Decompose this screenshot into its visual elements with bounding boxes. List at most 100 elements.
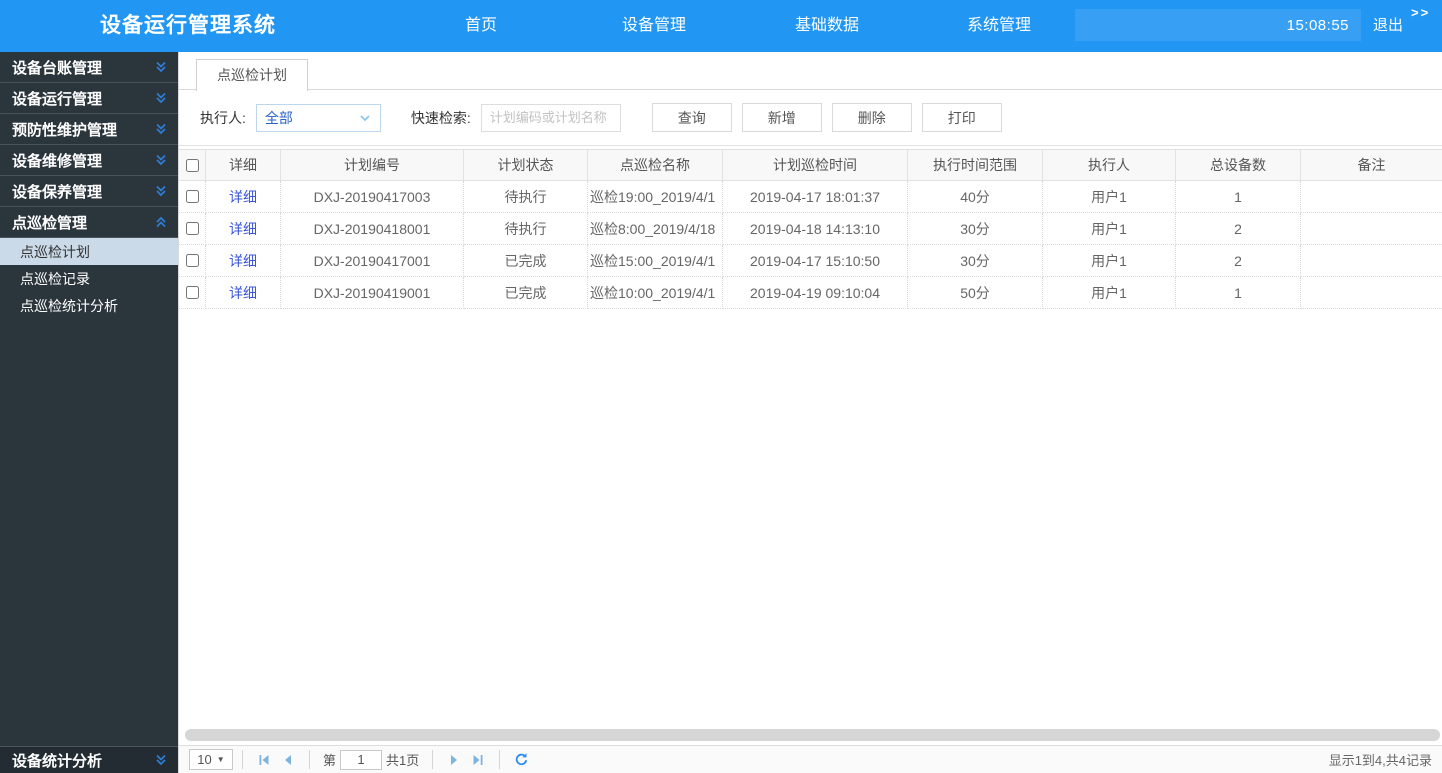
cell-range: 30分 (908, 213, 1043, 245)
cell-plan-no: DXJ-20190419001 (281, 277, 464, 309)
chevron-down-icon (360, 114, 370, 121)
tab-strip: 点巡检计划 (179, 52, 1442, 91)
executor-label: 执行人: (200, 109, 246, 126)
cell-range: 30分 (908, 245, 1043, 277)
collapse-arrows-icon[interactable]: >> (1411, 5, 1430, 20)
nav-item-system[interactable]: 系统管理 (967, 0, 1031, 52)
cell-executor: 用户1 (1043, 245, 1176, 277)
sidebar-item-inspection-statistics[interactable]: 点巡检统计分析 (0, 292, 178, 319)
add-button[interactable]: 新增 (741, 103, 822, 132)
cell-status: 待执行 (464, 213, 588, 245)
cell-status: 已完成 (464, 245, 588, 277)
table-header-row: 详细 计划编号 计划状态 点巡检名称 计划巡检时间 执行时间范围 执行人 总设备… (179, 150, 1442, 181)
page-size-select[interactable]: 10 ▼ (189, 749, 233, 770)
row-checkbox[interactable] (185, 254, 199, 267)
pager-separator (309, 750, 310, 769)
quick-search-input[interactable] (480, 103, 621, 132)
nav-item-equipment[interactable]: 设备管理 (622, 0, 686, 52)
column-header-devices[interactable]: 总设备数 (1176, 150, 1301, 181)
pager-summary: 显示1到4,共4记录 (1328, 753, 1432, 768)
chevron-double-down-icon (156, 123, 166, 135)
cell-range: 50分 (908, 277, 1043, 309)
last-page-icon[interactable] (466, 749, 490, 771)
chevron-double-up-icon (156, 216, 166, 228)
sidebar-item-label: 设备运行管理 (12, 90, 103, 108)
app-header: 设备运行管理系统 首页 设备管理 基础数据 系统管理 15:08:55 退出 >… (0, 0, 1442, 52)
quick-search-label: 快速检索: (410, 109, 471, 126)
table-row: 详细 DXJ-20190418001 待执行 巡检8:00_2019/4/18 … (179, 213, 1442, 245)
delete-button[interactable]: 删除 (831, 103, 912, 132)
table-row: 详细 DXJ-20190417003 待执行 巡检19:00_2019/4/1 … (179, 181, 1442, 213)
nav-item-home[interactable]: 首页 (465, 0, 497, 52)
column-header-plan-no[interactable]: 计划编号 (281, 150, 464, 181)
sidebar-item-inspection-management[interactable]: 点巡检管理 (0, 207, 178, 238)
horizontal-scrollbar (179, 728, 1442, 742)
clock-text: 15:08:55 (1286, 16, 1349, 34)
select-all-checkbox[interactable] (185, 158, 199, 172)
nav-item-base-data[interactable]: 基础数据 (795, 0, 859, 52)
cell-devices: 1 (1176, 277, 1301, 309)
sidebar-item-equipment-ledger[interactable]: 设备台账管理 (0, 52, 178, 83)
filter-toolbar: 执行人: 全部 快速检索: 查询 新增 删除 打印 (179, 90, 1442, 146)
cell-executor: 用户1 (1043, 213, 1176, 245)
table-row: 详细 DXJ-20190417001 已完成 巡检15:00_2019/4/1 … (179, 245, 1442, 277)
column-header-time[interactable]: 计划巡检时间 (723, 150, 908, 181)
sidebar-item-label: 设备维修管理 (12, 152, 103, 170)
sidebar-item-equipment-upkeep[interactable]: 设备保养管理 (0, 176, 178, 207)
row-checkbox[interactable] (185, 222, 199, 235)
query-button[interactable]: 查询 (651, 103, 732, 132)
sidebar-item-equipment-operation[interactable]: 设备运行管理 (0, 83, 178, 114)
cell-time: 2019-04-18 14:13:10 (723, 213, 908, 245)
cell-name: 巡检15:00_2019/4/1 (588, 245, 723, 277)
prev-page-icon[interactable] (276, 749, 300, 771)
column-header-status[interactable]: 计划状态 (464, 150, 588, 181)
sidebar-item-label: 设备统计分析 (12, 752, 103, 770)
chevron-double-down-icon (156, 92, 166, 104)
chevron-double-down-icon (156, 154, 166, 166)
sidebar-item-label: 设备保养管理 (12, 183, 103, 201)
cell-remark (1301, 213, 1442, 245)
executor-select[interactable]: 全部 (255, 103, 381, 132)
cell-range: 40分 (908, 181, 1043, 213)
detail-link[interactable]: 详细 (229, 283, 257, 303)
cell-devices: 2 (1176, 245, 1301, 277)
pager-separator (432, 750, 434, 769)
page-size-value: 10 (197, 752, 212, 767)
row-checkbox[interactable] (185, 286, 199, 299)
page-prefix-label: 第 (323, 753, 337, 768)
clock-panel: 15:08:55 (1075, 9, 1361, 41)
chevron-double-down-icon (156, 185, 166, 197)
logout-button[interactable]: 退出 (1373, 0, 1403, 52)
sidebar-item-preventive-maintenance[interactable]: 预防性维护管理 (0, 114, 178, 145)
column-header-detail[interactable]: 详细 (206, 150, 281, 181)
detail-link[interactable]: 详细 (229, 219, 257, 239)
app-title: 设备运行管理系统 (100, 14, 276, 37)
first-page-icon[interactable] (252, 749, 276, 771)
print-button[interactable]: 打印 (921, 103, 1002, 132)
sidebar-item-equipment-repair[interactable]: 设备维修管理 (0, 145, 178, 176)
sidebar-item-label: 预防性维护管理 (12, 121, 118, 139)
cell-devices: 1 (1176, 181, 1301, 213)
cell-remark (1301, 245, 1442, 277)
cell-remark (1301, 277, 1442, 309)
column-header-name[interactable]: 点巡检名称 (588, 150, 723, 181)
sidebar-item-equipment-statistics[interactable]: 设备统计分析 (0, 746, 178, 773)
horizontal-scrollbar-thumb[interactable] (185, 729, 1440, 741)
sidebar-item-inspection-plan[interactable]: 点巡检计划 (0, 238, 178, 265)
sidebar-item-label: 点巡检管理 (12, 214, 88, 232)
cell-plan-no: DXJ-20190418001 (281, 213, 464, 245)
inspection-plan-table: 详细 计划编号 计划状态 点巡检名称 计划巡检时间 执行时间范围 执行人 总设备… (179, 149, 1442, 309)
refresh-icon[interactable] (509, 749, 533, 771)
page-number-input[interactable] (340, 749, 383, 770)
column-header-executor[interactable]: 执行人 (1043, 150, 1176, 181)
detail-link[interactable]: 详细 (229, 251, 257, 271)
column-header-range[interactable]: 执行时间范围 (908, 150, 1043, 181)
tab-inspection-plan[interactable]: 点巡检计划 (196, 59, 308, 91)
detail-link[interactable]: 详细 (229, 187, 257, 207)
column-header-remark[interactable]: 备注 (1301, 150, 1442, 181)
sidebar-item-inspection-record[interactable]: 点巡检记录 (0, 265, 178, 292)
row-checkbox[interactable] (185, 190, 199, 203)
sidebar-item-label: 设备台账管理 (12, 59, 103, 77)
next-page-icon[interactable] (442, 749, 466, 771)
